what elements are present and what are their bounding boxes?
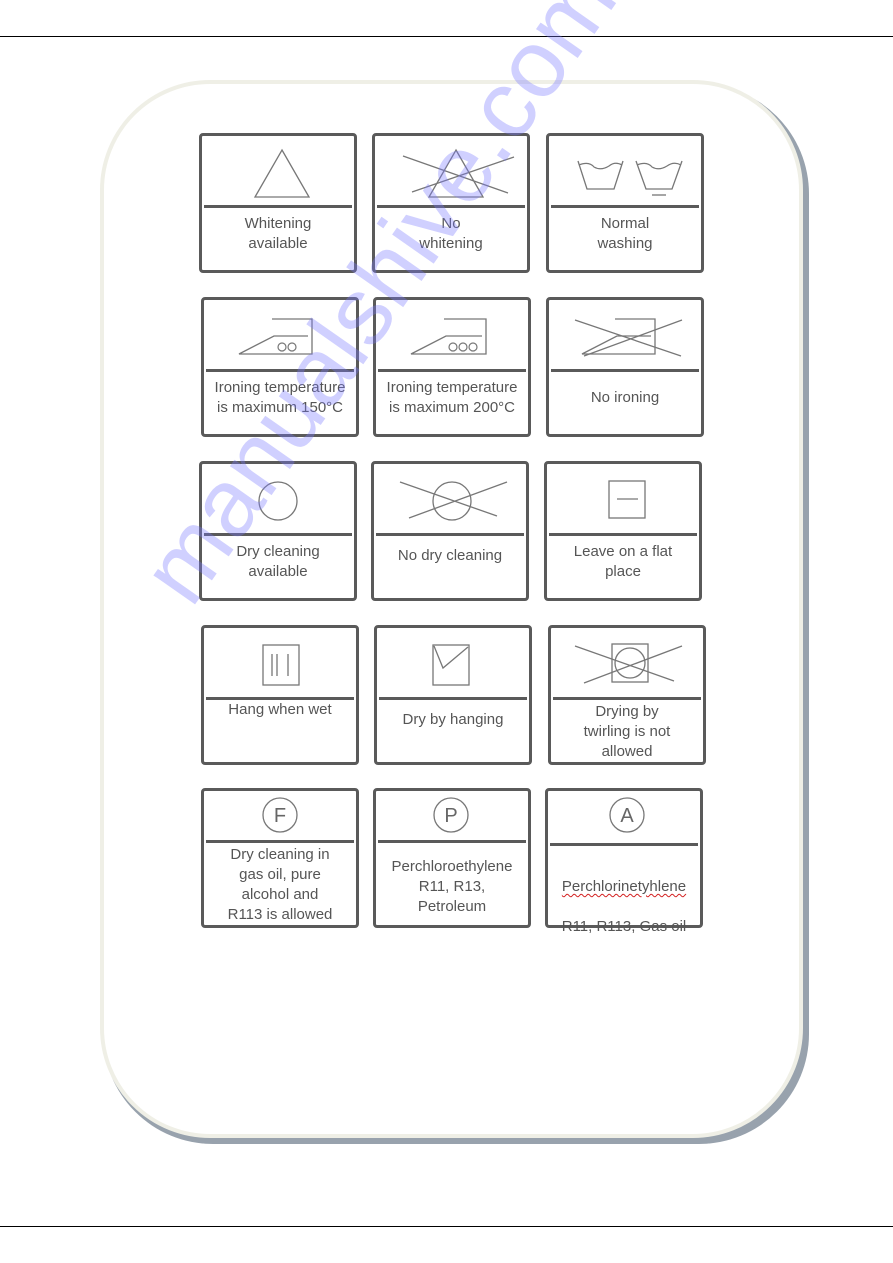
card-divider <box>379 697 527 700</box>
symbol-card-dry-by-hanging: Dry by hanging <box>374 625 532 765</box>
card-divider <box>204 533 352 536</box>
triangle-icon <box>202 136 354 206</box>
crossed-triangle-icon <box>375 136 527 206</box>
svg-text:F: F <box>274 805 286 827</box>
circle-letter-icon: A <box>548 791 700 849</box>
symbol-label: Dry by hanging <box>402 711 504 728</box>
card-divider <box>550 843 698 846</box>
symbol-card-dry-clean-a: A Perchlorinetyhlene R11, R113, Gas oil <box>545 788 703 935</box>
square-hanging-icon <box>377 628 529 698</box>
header-rule <box>0 36 893 37</box>
symbol-label: Dry cleaning available <box>236 543 320 580</box>
symbol-card-no-tumble-dry: Drying by twirling is not allowed <box>548 625 706 765</box>
symbol-label: No ironing <box>590 389 660 406</box>
card-divider <box>551 205 699 208</box>
symbol-label: No whitening <box>419 215 483 252</box>
symbol-label: Whitening available <box>244 215 312 252</box>
symbol-card-dry-clean-f: F Dry cleaning in gas oil, pure alcohol … <box>201 788 359 928</box>
circle-letter-icon: P <box>376 791 528 846</box>
symbol-label: Ironing temperature is maximum 150°C <box>214 379 346 416</box>
circle-icon <box>202 464 354 534</box>
symbol-card-ironing-150: Ironing temperature is maximum 150°C <box>201 297 359 437</box>
symbol-card-whitening-available: Whitening available <box>199 133 357 273</box>
symbol-card-hang-when-wet: Hang when wet <box>201 625 359 765</box>
symbol-label: Leave on a flat place <box>573 543 673 580</box>
svg-text:P: P <box>444 805 457 827</box>
symbol-card-normal-washing: Normal washing <box>546 133 704 273</box>
iron-three-dots-icon <box>376 300 528 370</box>
symbol-label: Ironing temperature is maximum 200°C <box>386 379 518 416</box>
symbol-label-line2: R11, R113, Gas oil <box>561 918 687 935</box>
symbol-card-no-whitening: No whitening <box>372 133 530 273</box>
card-divider <box>553 697 701 700</box>
svg-text:A: A <box>620 805 634 827</box>
footer-rule <box>0 1226 893 1227</box>
symbol-label: Normal washing <box>597 215 653 252</box>
symbol-label: Perchlorinetyhlene R11, R113, Gas oil <box>552 857 696 937</box>
card-divider <box>378 369 526 372</box>
symbol-label: Drying by twirling is not allowed <box>583 703 671 760</box>
symbol-card-flat-dry: Leave on a flat place <box>544 461 702 601</box>
card-divider <box>206 369 354 372</box>
card-divider <box>549 533 697 536</box>
crossed-iron-icon <box>549 300 701 370</box>
card-divider <box>204 205 352 208</box>
symbol-card-dry-cleaning-available: Dry cleaning available <box>199 461 357 601</box>
symbol-label: No dry cleaning <box>397 547 503 564</box>
symbol-card-no-ironing: No ironing <box>546 297 704 437</box>
symbol-card-no-dry-cleaning: No dry cleaning <box>371 461 529 601</box>
iron-two-dots-icon <box>204 300 356 370</box>
square-drip-lines-icon <box>204 628 356 698</box>
card-divider <box>377 205 525 208</box>
card-divider <box>376 533 524 536</box>
circle-letter-icon: F <box>204 791 356 846</box>
crossed-circle-icon <box>374 464 526 534</box>
symbol-card-ironing-200: Ironing temperature is maximum 200°C <box>373 297 531 437</box>
symbol-label-line1: Perchlorinetyhlene <box>561 878 687 895</box>
square-flat-line-icon <box>547 464 699 534</box>
symbol-card-dry-clean-p: P Perchloroethylene R11, R13, Petroleum <box>373 788 531 928</box>
card-divider <box>551 369 699 372</box>
symbol-label: Hang when wet <box>228 701 332 718</box>
card-divider <box>378 840 526 843</box>
card-divider <box>206 840 354 843</box>
symbol-label: Perchloroethylene R11, R13, Petroleum <box>391 858 513 915</box>
wash-tub-icon <box>549 136 701 206</box>
symbol-label: Dry cleaning in gas oil, pure alcohol an… <box>227 846 333 923</box>
crossed-tumble-dry-icon <box>551 628 703 698</box>
